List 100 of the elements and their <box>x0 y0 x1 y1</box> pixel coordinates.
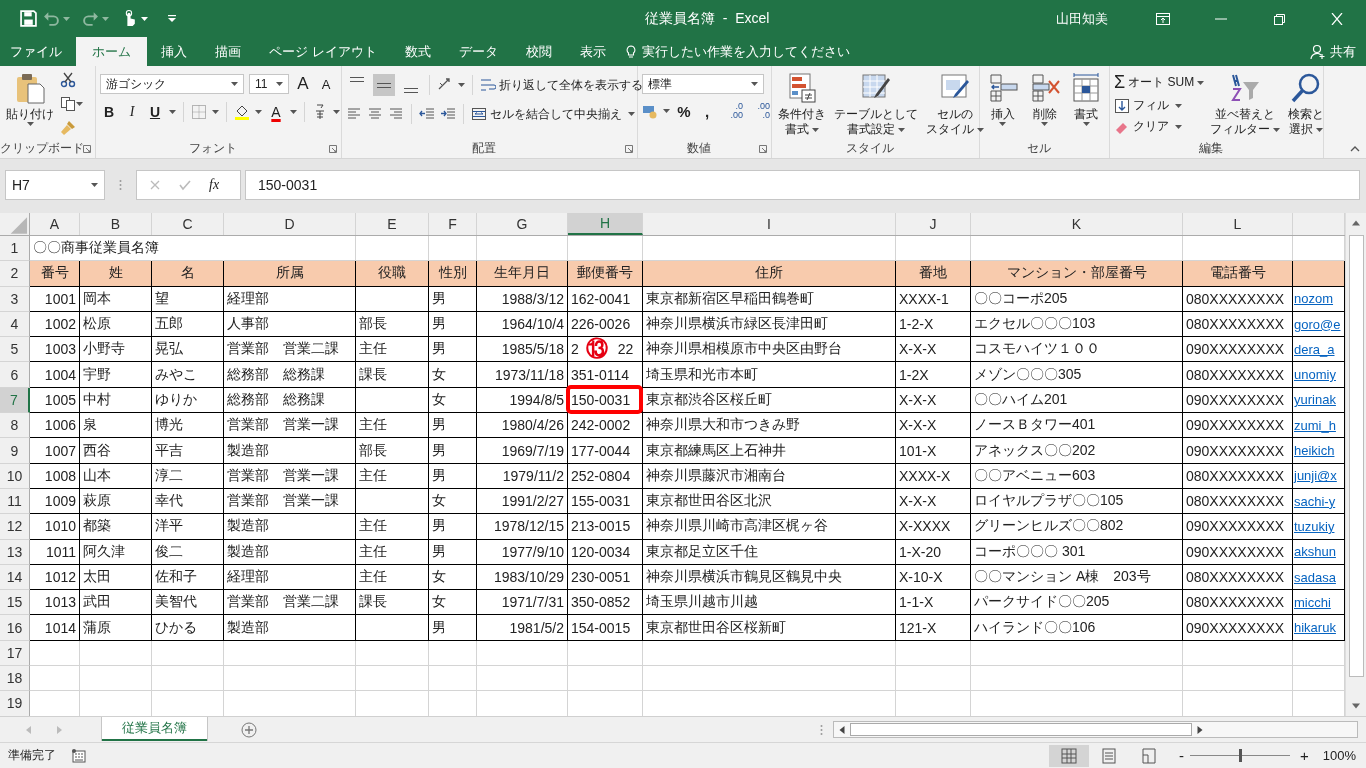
row-header[interactable]: 2 <box>0 261 30 287</box>
row-header[interactable]: 17 <box>0 640 30 667</box>
column-header[interactable]: J <box>896 213 971 235</box>
ribbon-tab[interactable]: ホーム <box>76 37 147 66</box>
column-header[interactable]: H <box>568 213 643 235</box>
format-as-table-button[interactable]: テーブルとして 書式設定 <box>832 70 920 139</box>
middle-align-button[interactable] <box>373 74 395 96</box>
bold-button[interactable]: B <box>100 104 118 120</box>
row-header[interactable]: 12 <box>0 514 30 540</box>
shrink-font-button[interactable]: A <box>317 76 335 92</box>
grow-font-button[interactable]: A <box>294 74 312 94</box>
column-header[interactable]: L <box>1183 213 1293 235</box>
row-header[interactable]: 13 <box>0 539 30 565</box>
caret-icon[interactable] <box>333 110 340 114</box>
font-name-field[interactable]: 游ゴシック <box>100 74 244 94</box>
paste-button[interactable]: 貼り付け <box>4 70 56 128</box>
scroll-up-icon[interactable] <box>1352 219 1360 227</box>
row-header[interactable]: 5 <box>0 337 30 363</box>
insert-cells-button[interactable]: 挿入 <box>984 70 1022 128</box>
ribbon-tab[interactable]: データ <box>444 37 512 66</box>
find-select-button[interactable]: 検索と 選択 <box>1286 70 1327 139</box>
macro-record-icon[interactable] <box>72 748 86 763</box>
row-header[interactable]: 8 <box>0 413 30 439</box>
close-icon[interactable] <box>1330 12 1344 25</box>
column-header[interactable]: I <box>643 213 896 235</box>
caret-icon[interactable] <box>141 16 148 21</box>
ribbon-tab[interactable]: 挿入 <box>147 37 201 66</box>
increase-decimal-button[interactable]: .0 .00 <box>721 102 743 120</box>
vertical-scrollbar[interactable] <box>1345 213 1366 716</box>
ribbon-tab[interactable]: 表示 <box>565 37 620 66</box>
row-header[interactable]: 3 <box>0 286 30 312</box>
ribbon-tab[interactable]: 描画 <box>201 37 255 66</box>
redo-icon[interactable] <box>82 10 99 27</box>
caret-icon[interactable] <box>76 102 83 106</box>
row-header[interactable]: 6 <box>0 362 30 388</box>
underline-button[interactable]: U <box>146 104 164 120</box>
insert-function-button[interactable]: fx <box>209 177 220 193</box>
sort-filter-button[interactable]: 並べ替えと フィルター <box>1208 70 1283 139</box>
row-header[interactable]: 18 <box>0 666 30 692</box>
scissors-icon[interactable] <box>60 72 76 88</box>
checkmark-icon[interactable] <box>179 179 191 191</box>
clear-button[interactable]: クリア <box>1114 118 1205 135</box>
row-header[interactable]: 4 <box>0 311 30 338</box>
decrease-decimal-button[interactable]: .00 .0 <box>748 102 770 120</box>
tell-me-field[interactable]: 実行したい作業を入力してください <box>639 43 874 60</box>
sheet-tab[interactable]: 従業員名簿 <box>102 717 207 741</box>
share-button[interactable]: 共有 <box>1310 37 1366 66</box>
save-icon[interactable] <box>20 10 37 27</box>
merge-center-button[interactable]: セルを結合して中央揃え <box>471 105 635 123</box>
fill-button[interactable]: フィル <box>1114 97 1205 114</box>
dialog-launcher-icon[interactable] <box>625 145 633 153</box>
italic-button[interactable]: I <box>123 104 141 120</box>
ribbon-display-icon[interactable] <box>1156 12 1170 25</box>
row-header[interactable]: 1 <box>0 236 30 262</box>
row-header[interactable]: 11 <box>0 488 30 515</box>
name-box[interactable]: H7 <box>5 170 105 200</box>
customize-icon[interactable] <box>168 15 176 22</box>
caret-icon[interactable] <box>290 110 297 114</box>
row-header[interactable]: 7 <box>0 387 30 414</box>
wrap-text-button[interactable]: 折り返して全体を表示する <box>480 76 643 94</box>
collapse-ribbon-icon[interactable] <box>1350 146 1360 152</box>
row-header[interactable]: 9 <box>0 438 30 464</box>
formula-field[interactable]: 150-0031 <box>245 170 1360 200</box>
dialog-launcher-icon[interactable] <box>329 145 337 153</box>
outdent-icon[interactable] <box>419 106 435 122</box>
fill-color-icon[interactable] <box>234 104 250 120</box>
autosum-button[interactable]: オート SUM <box>1128 74 1195 91</box>
font-size-field[interactable]: 11 <box>249 74 289 94</box>
ribbon-tab[interactable]: 数式 <box>390 37 445 66</box>
percent-button[interactable]: % <box>675 102 693 120</box>
normal-view-icon[interactable] <box>1049 744 1089 767</box>
column-header[interactable]: F <box>429 213 477 235</box>
comma-button[interactable]: , <box>698 102 716 120</box>
column-header[interactable]: E <box>356 213 429 235</box>
scroll-left-icon[interactable] <box>838 725 846 734</box>
zoom-in-button[interactable]: + <box>1300 747 1309 764</box>
split-handle-icon[interactable] <box>820 723 823 736</box>
caret-icon[interactable] <box>663 109 670 113</box>
dialog-launcher-icon[interactable] <box>83 145 91 153</box>
row-header[interactable]: 15 <box>0 590 30 616</box>
column-header[interactable]: K <box>971 213 1183 235</box>
caret-icon[interactable] <box>255 110 262 114</box>
row-header[interactable]: 16 <box>0 615 30 641</box>
horizontal-scrollbar[interactable] <box>833 721 1358 738</box>
dialog-launcher-icon[interactable] <box>759 145 767 153</box>
cell-styles-button[interactable]: セルの スタイル <box>924 70 986 139</box>
column-header[interactable]: D <box>224 213 356 235</box>
undo-icon[interactable] <box>43 10 60 27</box>
currency-icon[interactable] <box>642 103 658 119</box>
ribbon-tab[interactable]: 校閲 <box>511 37 566 66</box>
indent-icon[interactable] <box>440 106 456 122</box>
copy-icon[interactable] <box>60 96 76 112</box>
restore-icon[interactable] <box>1272 12 1286 25</box>
column-header[interactable]: C <box>152 213 224 235</box>
font-color-button[interactable]: A <box>267 104 285 120</box>
number-format-field[interactable]: 標準 <box>642 74 764 94</box>
add-sheet-icon[interactable] <box>241 721 257 738</box>
delete-cells-button[interactable]: 削除 <box>1025 70 1064 128</box>
caret-icon[interactable] <box>458 83 465 87</box>
row-header[interactable]: 19 <box>0 691 30 716</box>
